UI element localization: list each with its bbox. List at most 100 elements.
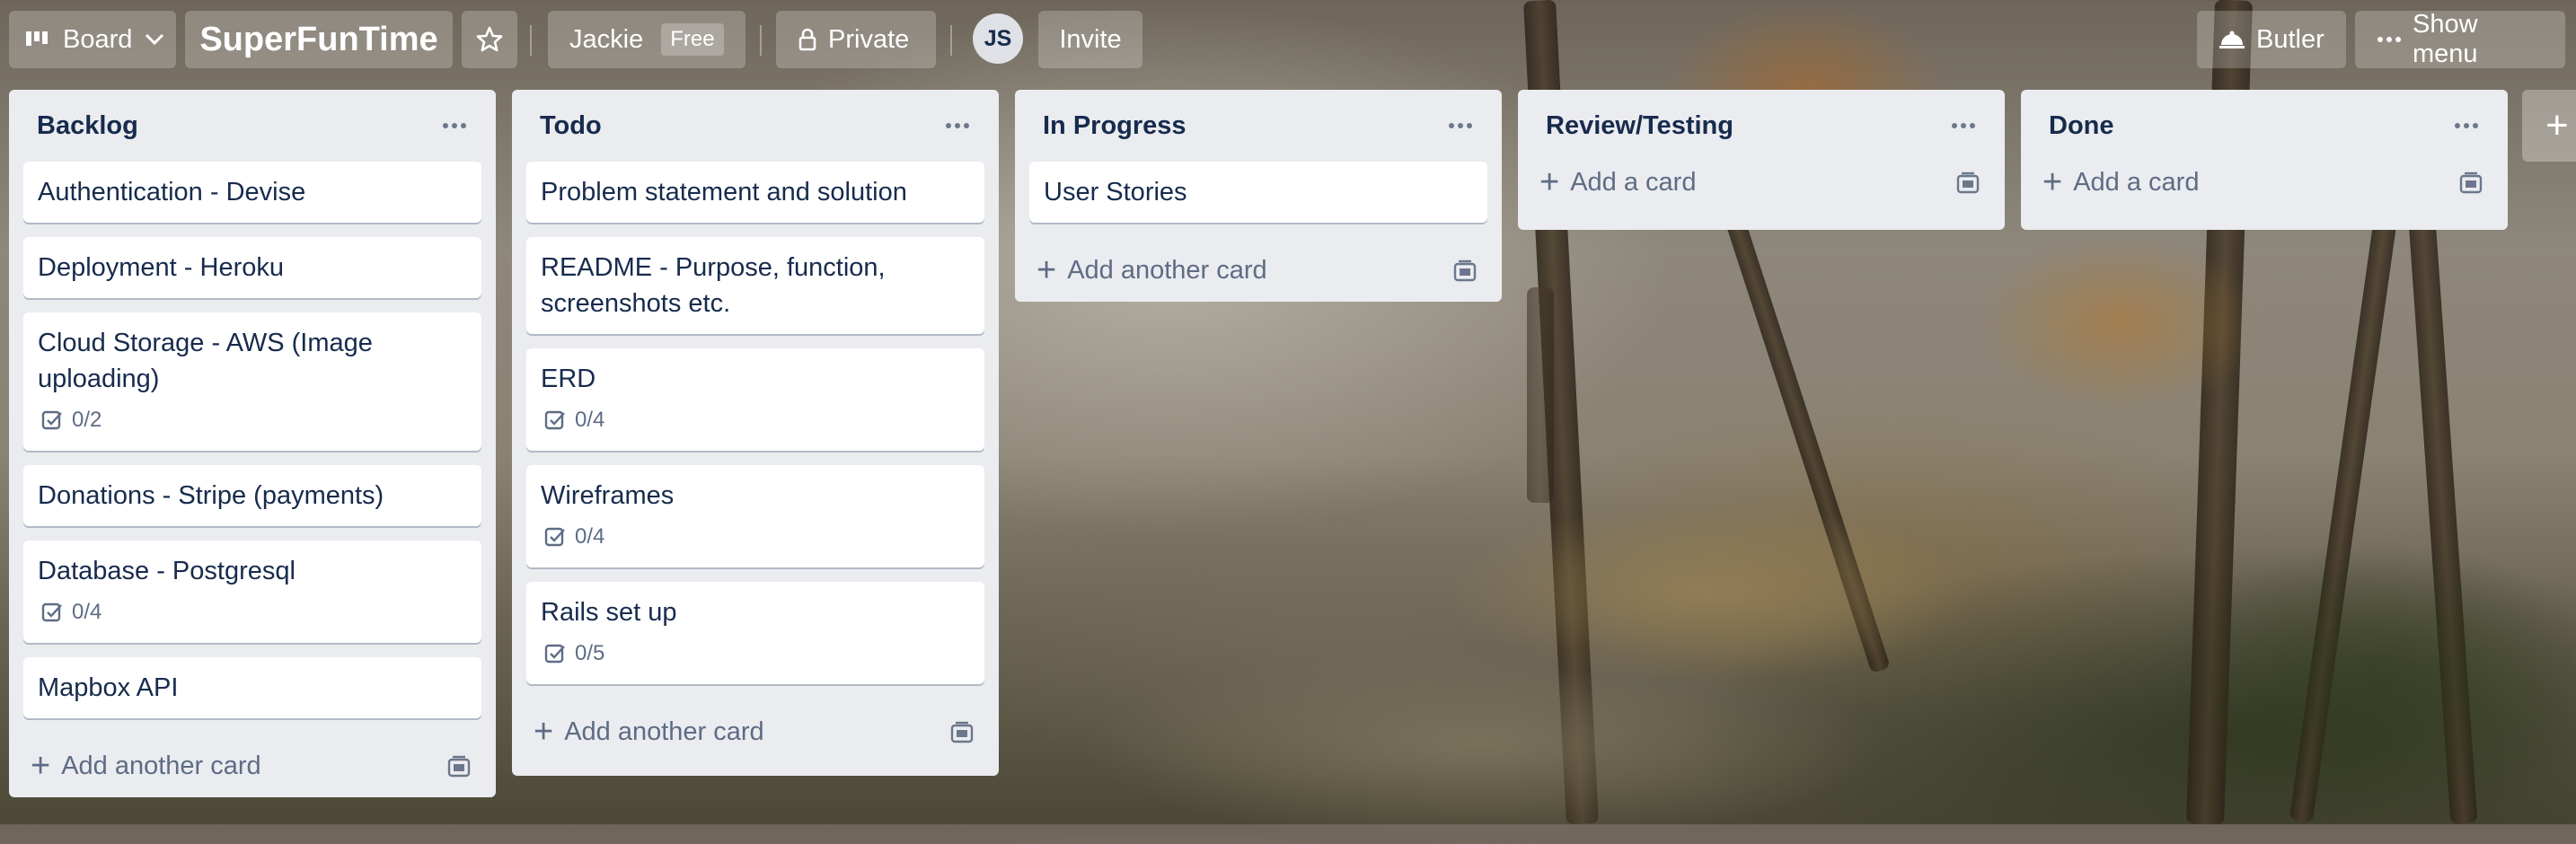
card[interactable]: Authentication - Devise	[23, 162, 481, 223]
show-menu-button[interactable]: Show menu	[2355, 10, 2565, 68]
add-card-label: Add another card	[564, 717, 764, 746]
lock-icon	[798, 28, 817, 51]
avatar[interactable]: JS	[973, 13, 1023, 64]
card-title: Problem statement and solution	[541, 178, 907, 207]
add-list-button[interactable]: +	[2522, 90, 2576, 162]
checklist-count: 0/4	[575, 524, 605, 549]
checklist-badge: 0/2	[38, 402, 467, 438]
show-menu-label: Show menu	[2413, 10, 2478, 68]
butler-icon	[2219, 29, 2245, 50]
card-template-icon[interactable]	[948, 720, 975, 750]
list-menu-icon[interactable]	[940, 110, 975, 142]
divider	[950, 25, 952, 56]
add-card-label: Add another card	[1067, 255, 1267, 285]
list-menu-icon[interactable]	[437, 110, 472, 142]
card-title: Rails set up	[541, 598, 677, 627]
list-title[interactable]: Backlog	[37, 111, 138, 141]
visibility-button[interactable]: Private	[776, 11, 936, 68]
list-menu-icon[interactable]	[1945, 110, 1981, 142]
workspace-button[interactable]: Jackie Free	[548, 11, 745, 68]
list-header: In Progress	[1015, 90, 1502, 162]
checklist-count: 0/2	[72, 408, 102, 432]
butler-button[interactable]: Butler	[2197, 11, 2346, 68]
card-title: README - Purpose, function, screenshots …	[541, 253, 886, 318]
card-title: ERD	[541, 365, 596, 393]
add-card-label: Add another card	[61, 751, 261, 780]
card-title: Deployment - Heroku	[38, 253, 284, 282]
card-title: Wireframes	[541, 481, 675, 510]
butler-label: Butler	[2256, 24, 2325, 54]
list-in-progress[interactable]: In Progress User Stories + Add another ca…	[1015, 90, 1502, 302]
list-title[interactable]: Todo	[540, 111, 602, 141]
card-template-icon[interactable]	[2457, 171, 2484, 200]
divider	[530, 25, 532, 56]
list-title[interactable]: Done	[2049, 111, 2114, 141]
card[interactable]: User Stories	[1029, 162, 1487, 223]
card[interactable]: ERD 0/4	[526, 348, 984, 451]
add-card-label: Add a card	[1570, 167, 1697, 197]
divider	[760, 25, 762, 56]
visibility-label: Private	[828, 24, 910, 54]
plan-badge: Free	[661, 23, 724, 56]
card[interactable]: Donations - Stripe (payments)	[23, 465, 481, 526]
card[interactable]: Rails set up 0/5	[526, 582, 984, 684]
checklist-badge: 0/5	[541, 636, 970, 672]
list-menu-icon[interactable]	[1442, 110, 1478, 142]
card-title: Mapbox API	[38, 673, 179, 702]
star-button[interactable]	[462, 11, 517, 68]
card[interactable]: Problem statement and solution	[526, 162, 984, 223]
add-card-button[interactable]: + Add a card	[2042, 165, 2199, 199]
add-card-button[interactable]: + Add another card	[1037, 253, 1267, 287]
add-card-label: Add a card	[2073, 167, 2200, 197]
checklist-badge: 0/4	[541, 519, 970, 555]
checklist-count: 0/4	[72, 600, 102, 624]
board-switcher-button[interactable]: Board	[9, 11, 176, 68]
card-template-icon[interactable]	[446, 754, 472, 784]
list-header: Backlog	[9, 90, 496, 162]
card[interactable]: Cloud Storage - AWS (Image uploading) 0/…	[23, 312, 481, 451]
workspace-label: Jackie	[569, 24, 644, 54]
plus-icon: +	[2545, 103, 2569, 147]
checklist-icon	[41, 602, 62, 622]
star-icon	[476, 26, 503, 53]
card[interactable]: README - Purpose, function, screenshots …	[526, 237, 984, 334]
checklist-count: 0/5	[575, 641, 605, 665]
checklist-icon	[544, 410, 565, 430]
checklist-icon	[544, 527, 565, 547]
board-icon	[25, 29, 52, 50]
card-template-icon[interactable]	[1954, 171, 1981, 200]
list-review-testing[interactable]: Review/Testing + Add a card	[1518, 90, 2005, 230]
list-todo[interactable]: Todo Problem statement and solution READ…	[512, 90, 999, 776]
list-menu-icon[interactable]	[2448, 110, 2484, 142]
plus-icon: +	[2042, 163, 2063, 201]
card[interactable]: Wireframes 0/4	[526, 465, 984, 567]
checklist-badge: 0/4	[38, 594, 467, 630]
board-title[interactable]: SuperFunTime	[185, 11, 453, 68]
plus-icon: +	[1037, 251, 1057, 289]
card-title: Donations - Stripe (payments)	[38, 481, 384, 510]
card[interactable]: Deployment - Heroku	[23, 237, 481, 298]
list-header: Todo	[512, 90, 999, 162]
plus-icon: +	[31, 747, 51, 785]
plus-icon: +	[1539, 163, 1560, 201]
add-card-button[interactable]: + Add another card	[31, 749, 261, 783]
chevron-down-icon	[145, 33, 164, 46]
card[interactable]: Mapbox API	[23, 657, 481, 718]
list-title[interactable]: In Progress	[1043, 111, 1187, 141]
card-title: Authentication - Devise	[38, 178, 306, 207]
checklist-badge: 0/4	[541, 402, 970, 438]
ellipsis-icon	[2377, 36, 2402, 43]
add-card-button[interactable]: + Add a card	[1539, 165, 1696, 199]
list-title[interactable]: Review/Testing	[1546, 111, 1734, 141]
invite-button[interactable]: Invite	[1038, 11, 1142, 68]
checklist-count: 0/4	[575, 408, 605, 432]
add-card-button[interactable]: + Add another card	[534, 715, 764, 749]
checklist-icon	[544, 644, 565, 664]
card-title: Cloud Storage - AWS (Image uploading)	[38, 329, 373, 393]
card-template-icon[interactable]	[1451, 259, 1478, 288]
plus-icon: +	[534, 713, 554, 751]
list-backlog[interactable]: Backlog Authentication - Devise Deployme…	[9, 90, 496, 797]
card-title: User Stories	[1044, 178, 1187, 207]
list-done[interactable]: Done + Add a card	[2021, 90, 2508, 230]
card[interactable]: Database - Postgresql 0/4	[23, 541, 481, 643]
